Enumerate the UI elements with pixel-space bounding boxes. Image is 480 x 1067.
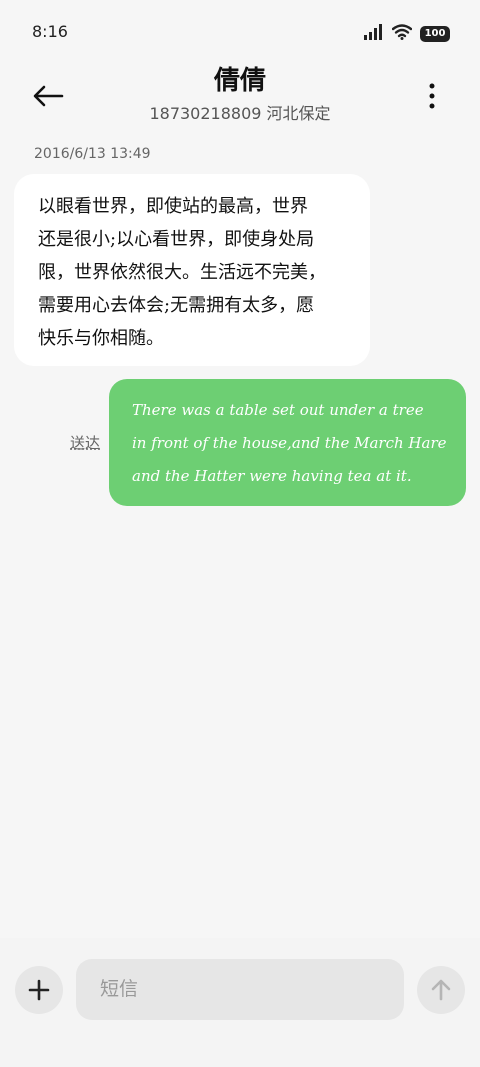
wifi-icon bbox=[391, 24, 413, 44]
outgoing-message-bubble[interactable]: There was a table set out under a tree i… bbox=[109, 379, 466, 506]
incoming-message-line: 限，世界依然很大。生活远不完美， bbox=[38, 262, 326, 283]
sms-input[interactable]: 短信 bbox=[76, 959, 404, 1020]
contact-info[interactable]: 倩倩 18730218809 河北保定 bbox=[100, 64, 380, 124]
back-button[interactable] bbox=[28, 76, 68, 116]
more-vertical-icon bbox=[429, 83, 435, 109]
battery-icon: 100 bbox=[420, 26, 450, 42]
status-icons: 100 bbox=[364, 24, 450, 44]
delivery-status: 送达 bbox=[70, 434, 101, 452]
incoming-message-line: 还是很小;以心看世界，即使身处局 bbox=[38, 229, 315, 250]
incoming-message-line: 快乐与你相随。 bbox=[38, 328, 164, 349]
back-arrow-icon bbox=[33, 85, 64, 107]
send-arrow-up-icon bbox=[431, 979, 451, 1001]
more-options-button[interactable] bbox=[412, 76, 452, 116]
incoming-message-bubble[interactable]: 以眼看世界，即使站的最高，世界 还是很小;以心看世界，即使身处局 限，世界依然很… bbox=[14, 174, 370, 366]
outgoing-message-line: and the Hatter were having tea at it. bbox=[132, 467, 412, 485]
sms-input-placeholder: 短信 bbox=[100, 978, 139, 1000]
plus-icon bbox=[28, 979, 50, 1001]
add-attachment-button[interactable] bbox=[15, 966, 63, 1014]
send-button[interactable] bbox=[417, 966, 465, 1014]
conversation-header: 倩倩 18730218809 河北保定 bbox=[0, 60, 480, 130]
status-time: 8:16 bbox=[32, 22, 68, 41]
signal-icon bbox=[364, 24, 384, 44]
contact-number-location: 18730218809 河北保定 bbox=[149, 104, 331, 123]
incoming-message-line: 以眼看世界，即使站的最高，世界 bbox=[38, 196, 308, 217]
contact-name: 倩倩 bbox=[213, 66, 266, 96]
outgoing-message-line: in front of the house,and the March Hare bbox=[132, 434, 447, 452]
status-bar: 8:16 100 bbox=[0, 0, 480, 64]
outgoing-message-line: There was a table set out under a tree bbox=[132, 401, 424, 419]
message-timestamp: 2016/6/13 13:49 bbox=[34, 146, 151, 162]
incoming-message-line: 需要用心去体会;无需拥有太多，愿 bbox=[38, 295, 315, 316]
